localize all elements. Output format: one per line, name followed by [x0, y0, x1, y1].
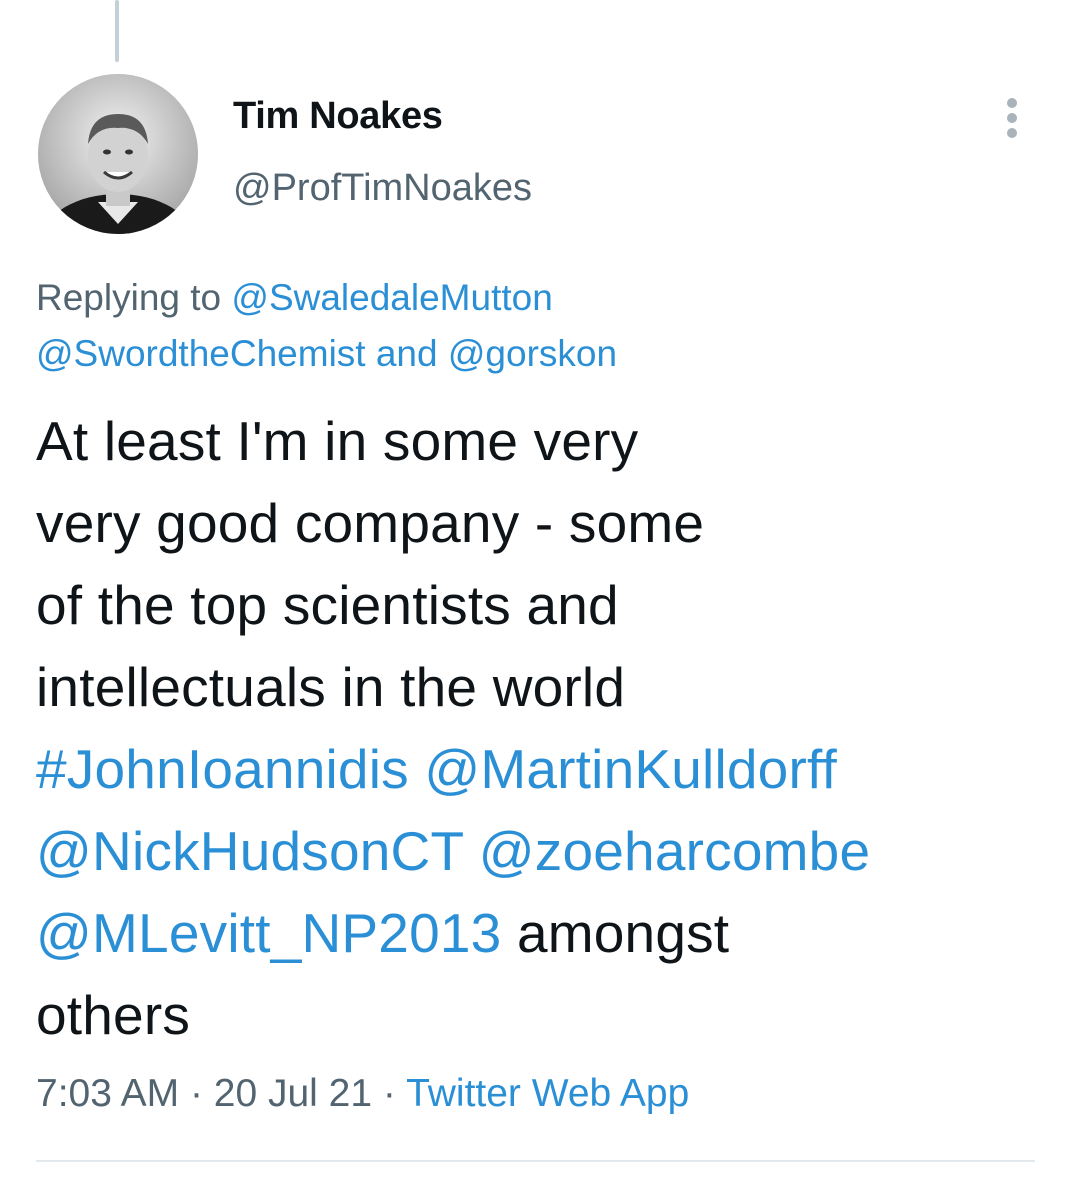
more-vertical-icon: [1007, 98, 1017, 108]
tweet-text-line: of the top scientists and: [36, 574, 619, 636]
tweet-date[interactable]: 20 Jul 21: [214, 1072, 372, 1115]
mention-martinkulldorff[interactable]: @MartinKulldorff: [424, 738, 837, 800]
author-display-name[interactable]: Tim Noakes: [233, 95, 443, 138]
tweet-time[interactable]: 7:03 AM: [36, 1072, 179, 1115]
avatar-photo: [38, 74, 198, 234]
reply-mention-gorskon[interactable]: @gorskon: [448, 333, 617, 374]
tweet-meta: 7:03 AM · 20 Jul 21 · Twitter Web App: [36, 1072, 689, 1116]
tweet-text-tail: amongst: [516, 902, 730, 964]
reply-prefix: Replying to: [36, 277, 222, 318]
hashtag-johnioannidis[interactable]: #JohnIoannidis: [36, 738, 409, 800]
divider: [36, 1160, 1035, 1162]
tweet-text-line: At least I'm in some very: [36, 410, 639, 472]
mention-zoeharcombe[interactable]: @zoeharcombe: [479, 820, 870, 882]
reply-conjunction: and: [375, 333, 438, 374]
more-vertical-icon-dot-2: [1007, 113, 1017, 123]
meta-separator: ·: [189, 1072, 203, 1115]
mention-mlevitt-np2013[interactable]: @MLevitt_NP2013: [36, 902, 501, 964]
reply-mention-swordthechemist[interactable]: @SwordtheChemist: [36, 333, 366, 374]
tweet-text-line: @MLevitt_NP2013 amongst: [36, 892, 1036, 974]
reply-mention-swaledalemutton[interactable]: @SwaledaleMutton: [231, 277, 552, 318]
author-handle[interactable]: @ProfTimNoakes: [233, 167, 532, 210]
meta-separator: ·: [382, 1072, 396, 1115]
tweet-text-line: #JohnIoannidis @MartinKulldorff: [36, 728, 1036, 810]
mention-nickhudsonct[interactable]: @NickHudsonCT: [36, 820, 463, 882]
tweet-text-line: intellectuals in the world: [36, 656, 626, 718]
tweet-text: At least I'm in some very very good comp…: [36, 400, 1036, 1056]
tweet-text-line: others: [36, 984, 191, 1046]
thread-connector-line: [115, 0, 119, 62]
tweet-text-line: very good company - some: [36, 492, 705, 554]
more-options-button[interactable]: [990, 96, 1034, 140]
reply-context: Replying to @SwaledaleMutton @SwordtheCh…: [36, 270, 1016, 382]
tweet-source[interactable]: Twitter Web App: [406, 1072, 689, 1115]
avatar[interactable]: [38, 74, 198, 234]
more-vertical-icon-dot-3: [1007, 128, 1017, 138]
tweet-text-line: @NickHudsonCT @zoeharcombe: [36, 810, 1036, 892]
